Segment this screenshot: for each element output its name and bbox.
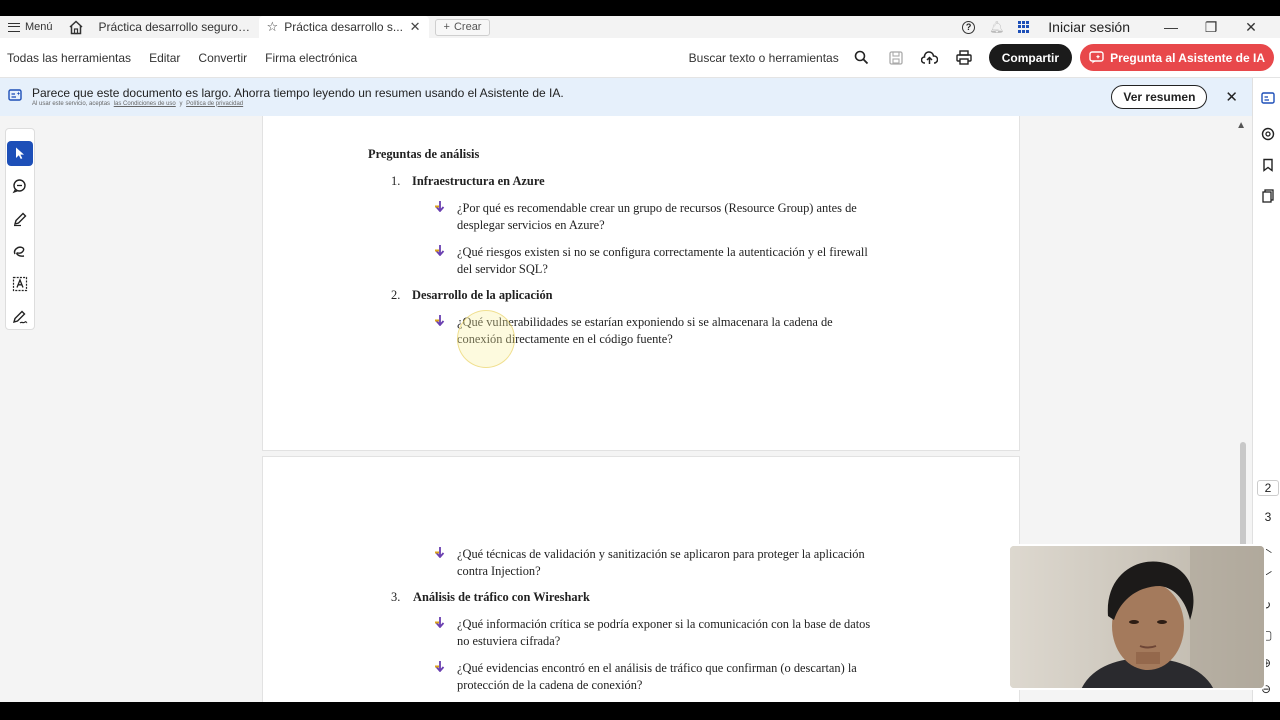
question-line: ¿Qué técnicas de validación y sanitizaci… [457, 547, 865, 561]
current-page-number[interactable]: 2 [1257, 480, 1279, 496]
section-title: Preguntas de análisis [368, 147, 480, 161]
question-line: ¿Por qué es recomendable crear un grupo … [457, 201, 857, 215]
bottom-black-bar [0, 702, 1280, 720]
document-page-2: ¿Qué técnicas de validación y sanitizaci… [262, 456, 1020, 702]
menu-button[interactable]: Menú [0, 16, 61, 38]
search-icon[interactable] [845, 50, 879, 65]
question-line: ¿Qué riesgos existen si no se configura … [457, 245, 868, 259]
signature-icon [12, 310, 28, 324]
tab-practica-1[interactable]: Práctica desarrollo seguro ... [91, 16, 259, 38]
question-line: ¿Qué información crítica se podría expon… [457, 617, 871, 631]
banner-legal-and: y [179, 100, 183, 107]
question-line: ¿Qué vulnerabilidades se estarían exponi… [457, 315, 833, 329]
bookmark-icon[interactable] [1261, 158, 1275, 172]
question-line: ¿Qué evidencias encontró en el análisis … [457, 661, 857, 675]
left-tool-rail [5, 128, 35, 330]
next-page-number[interactable]: 3 [1257, 510, 1279, 524]
new-tab-button[interactable]: + Crear [434, 18, 491, 36]
ai-assistant-icon [1089, 51, 1104, 64]
banner-message: Parece que este documento es largo. Ahor… [32, 85, 564, 100]
highlight-tool-button[interactable] [7, 206, 33, 231]
question-line: contra Injection? [457, 564, 541, 578]
comment-icon [12, 179, 26, 194]
help-icon[interactable]: ? [962, 20, 976, 34]
privacy-link[interactable]: Política de privacidad [186, 101, 243, 107]
share-button[interactable]: Compartir [988, 44, 1073, 71]
tab-label: Práctica desarrollo seguro ... [98, 20, 251, 34]
item-title: Desarrollo de la aplicación [412, 288, 553, 302]
webcam-person-image [1010, 546, 1264, 688]
apps-grid-icon[interactable] [1018, 21, 1030, 33]
item-title: Infraestructura en Azure [412, 174, 545, 188]
question-line: desplegar servicios en Azure? [457, 218, 605, 232]
freehand-icon [13, 246, 25, 258]
item-number: 2. [391, 288, 401, 302]
home-icon[interactable] [61, 19, 91, 35]
text-tool-button[interactable] [7, 272, 33, 297]
arrow-bullet-icon [435, 547, 445, 558]
document-page-1: Preguntas de análisis 1. Infraestructura… [262, 116, 1020, 451]
tab-practica-2[interactable]: ☆ Práctica desarrollo s... ✕ [258, 16, 429, 38]
ai-assistant-button[interactable]: Pregunta al Asistente de IA [1080, 44, 1274, 71]
plus-icon: + [443, 21, 450, 33]
ai-summary-banner: Parece que este documento es largo. Ahor… [0, 78, 1252, 116]
pen-icon [13, 212, 27, 226]
arrow-bullet-icon [435, 245, 445, 256]
scrollbar-thumb[interactable] [1240, 442, 1246, 552]
upload-cloud-icon[interactable] [913, 50, 947, 65]
webcam-overlay [1008, 544, 1266, 690]
draw-tool-button[interactable] [7, 239, 33, 264]
banner-text-block: Parece que este documento es largo. Ahor… [32, 85, 564, 108]
new-tab-label: Crear [453, 21, 482, 33]
menu-all-tools[interactable]: Todas las herramientas [7, 51, 131, 65]
ai-summary-icon [8, 88, 22, 107]
menu-label: Menú [25, 21, 53, 33]
banner-legal: Al usar este servicio, aceptas las Condi… [32, 100, 564, 108]
question-line: protección de la cadena de conexión? [457, 678, 643, 692]
ai-summary-panel-icon[interactable] [1261, 91, 1275, 105]
comment-tool-button[interactable] [7, 174, 33, 199]
terms-link[interactable]: las Condiciones de uso [114, 101, 176, 107]
item-number: 1. [391, 174, 401, 188]
tool-menu: Todas las herramientas Editar Convertir … [0, 51, 375, 65]
question-line: del servidor SQL? [457, 262, 548, 276]
search-tools-label[interactable]: Buscar texto o herramientas [689, 51, 839, 65]
close-window-icon[interactable]: ✕ [1238, 19, 1264, 36]
view-summary-button[interactable]: Ver resumen [1111, 85, 1208, 109]
tab-bar: Menú Práctica desarrollo seguro ... ☆ Pr… [0, 16, 1280, 38]
item-number: 3. [391, 590, 401, 604]
bell-icon[interactable]: 🔔︎ [989, 20, 1004, 34]
signin-button[interactable]: Iniciar sesión [1048, 19, 1130, 35]
select-tool-button[interactable] [7, 141, 33, 166]
item-title: Análisis de tráfico con Wireshark [413, 590, 590, 604]
ai-button-label: Pregunta al Asistente de IA [1110, 50, 1265, 65]
banner-legal-prefix: Al usar este servicio, aceptas [32, 100, 111, 107]
comments-panel-icon[interactable] [1261, 127, 1275, 141]
text-box-icon [12, 276, 28, 292]
arrow-bullet-icon [435, 315, 445, 326]
save-icon[interactable] [879, 50, 913, 65]
cursor-highlight [457, 310, 515, 368]
scroll-up-icon[interactable]: ▲ [1236, 120, 1246, 131]
cursor-icon [16, 147, 24, 160]
main-toolbar: Todas las herramientas Editar Convertir … [0, 38, 1280, 78]
arrow-bullet-icon [435, 617, 445, 628]
question-line: no estuviera cifrada? [457, 634, 561, 648]
menu-convert[interactable]: Convertir [198, 51, 247, 65]
pages-panel-icon[interactable] [1261, 189, 1275, 203]
close-tab-icon[interactable]: ✕ [410, 19, 421, 35]
minimize-icon[interactable]: — [1158, 19, 1184, 35]
arrow-bullet-icon [435, 661, 445, 672]
hamburger-icon [8, 22, 20, 32]
tab-label: Práctica desarrollo s... [284, 20, 403, 34]
close-banner-icon[interactable]: ✕ [1225, 88, 1238, 106]
menu-edit[interactable]: Editar [149, 51, 180, 65]
star-icon[interactable]: ☆ [267, 19, 279, 35]
menu-esign[interactable]: Firma electrónica [265, 51, 357, 65]
print-icon[interactable] [947, 50, 981, 65]
sign-tool-button[interactable] [7, 304, 33, 329]
arrow-bullet-icon [435, 201, 445, 212]
maximize-icon[interactable]: ❐ [1198, 19, 1224, 36]
